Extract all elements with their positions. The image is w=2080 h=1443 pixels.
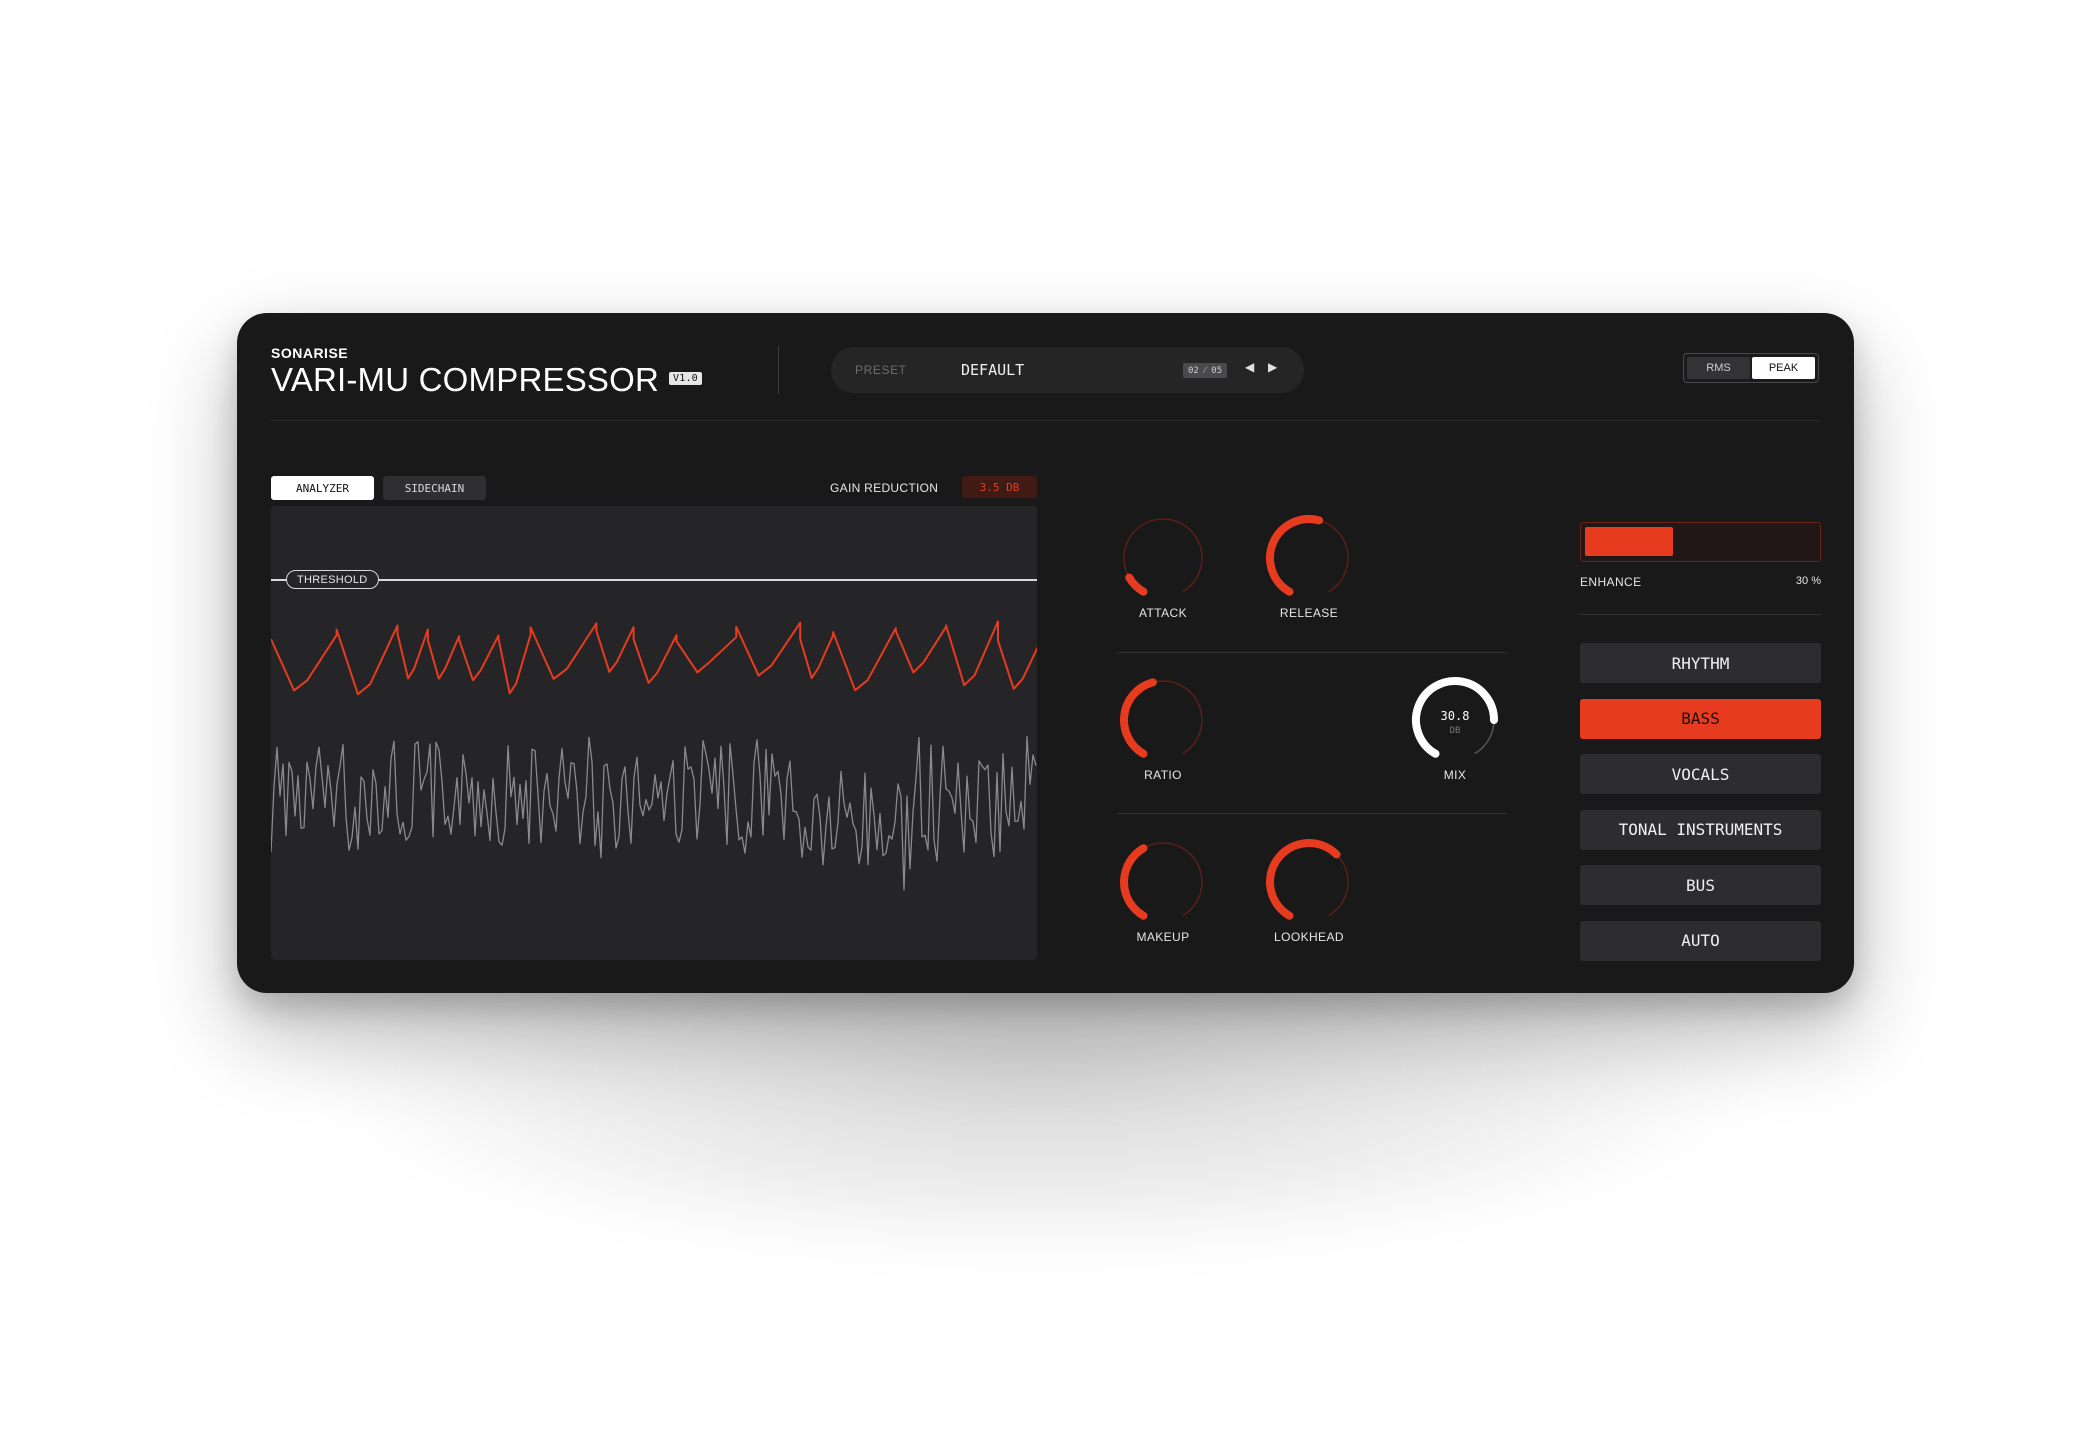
- makeup-dial: [1120, 842, 1203, 920]
- makeup-knob[interactable]: MAKEUP: [1113, 832, 1213, 944]
- ratio-knob[interactable]: RATIO: [1113, 670, 1213, 782]
- knob-row-separator: [1117, 813, 1507, 814]
- brand-name: SONARISE: [271, 345, 349, 361]
- mode-button-rhythm[interactable]: RHYTHM: [1580, 643, 1821, 683]
- rms-button[interactable]: RMS: [1687, 357, 1750, 379]
- enhance-label: ENHANCE: [1580, 575, 1642, 589]
- gain-reduction-value: 3.5 DB: [962, 476, 1037, 498]
- mix-unit: DB: [1449, 726, 1461, 736]
- waveform-graph: [271, 620, 1037, 891]
- tab-sidechain[interactable]: SIDECHAIN: [383, 476, 486, 500]
- release-dial: [1266, 515, 1349, 596]
- mode-button-bus[interactable]: BUS: [1580, 865, 1821, 905]
- makeup-label: MAKEUP: [1136, 930, 1190, 944]
- threshold-line[interactable]: [271, 579, 1037, 581]
- enhance-fill: [1585, 527, 1673, 556]
- peak-button[interactable]: PEAK: [1752, 357, 1815, 379]
- analyzer-display: THRESHOLD: [271, 506, 1037, 960]
- meter-mode-toggle: RMS PEAK: [1683, 353, 1819, 383]
- tab-analyzer[interactable]: ANALYZER: [271, 476, 374, 500]
- lookhead-dial: [1266, 839, 1349, 920]
- mix-label: MIX: [1443, 768, 1467, 782]
- audio-waveform: [271, 735, 1037, 891]
- mix-knob[interactable]: 30.8 DB MIX: [1405, 670, 1505, 782]
- knob-row-separator: [1117, 652, 1507, 653]
- gain-reduction-label: GAIN REDUCTION: [830, 481, 939, 495]
- mode-button-bass[interactable]: BASS: [1580, 698, 1821, 739]
- plugin-title-text: VARI-MU COMPRESSOR: [271, 361, 660, 398]
- release-label: RELEASE: [1279, 606, 1339, 620]
- enhance-slider[interactable]: [1580, 522, 1821, 562]
- header-separator: [271, 420, 1820, 421]
- preset-counter: 02 ⁄ 05: [1183, 363, 1228, 378]
- mode-button-vocals[interactable]: VOCALS: [1580, 754, 1821, 794]
- ratio-value-arc: [1120, 678, 1157, 758]
- mode-button-tonal-instruments[interactable]: TONAL INSTRUMENTS: [1580, 809, 1821, 850]
- attack-knob[interactable]: ATTACK: [1113, 508, 1213, 620]
- release-value-arc: [1266, 515, 1324, 596]
- preset-selector[interactable]: PRESET DEFAULT 02 ⁄ 05 ◀ ▶: [831, 347, 1304, 393]
- attack-value-arc: [1125, 573, 1148, 596]
- next-preset-icon[interactable]: ▶: [1268, 360, 1277, 374]
- right-column-divider: [1580, 614, 1821, 615]
- enhance-value: 30 %: [1795, 575, 1821, 587]
- gain-reduction-curve: [271, 620, 1037, 696]
- preset-name[interactable]: DEFAULT: [961, 361, 1024, 379]
- lookhead-knob[interactable]: LOOKHEAD: [1259, 832, 1359, 944]
- header-divider: [778, 346, 779, 394]
- mix-value: 30.8: [1440, 709, 1470, 723]
- attack-label: ATTACK: [1139, 606, 1187, 620]
- ratio-label: RATIO: [1144, 768, 1182, 782]
- plugin-title: VARI-MU COMPRESSOR V1.0: [271, 361, 702, 399]
- threshold-handle[interactable]: THRESHOLD: [286, 570, 379, 589]
- plugin-window: SONARISE VARI-MU COMPRESSOR V1.0 PRESET …: [237, 313, 1854, 993]
- makeup-value-arc: [1120, 844, 1148, 920]
- release-knob[interactable]: RELEASE: [1259, 508, 1359, 620]
- lookhead-value-arc: [1266, 839, 1341, 920]
- ratio-dial: [1120, 678, 1203, 758]
- attack-dial: [1123, 518, 1203, 596]
- prev-preset-icon[interactable]: ◀: [1245, 360, 1254, 374]
- version-badge: V1.0: [669, 371, 702, 385]
- mode-list: RHYTHM BASS VOCALS TONAL INSTRUMENTS BUS…: [1580, 643, 1821, 976]
- mode-button-auto[interactable]: AUTO: [1580, 920, 1821, 961]
- preset-label: PRESET: [855, 363, 907, 377]
- lookhead-label: LOOKHEAD: [1274, 930, 1344, 944]
